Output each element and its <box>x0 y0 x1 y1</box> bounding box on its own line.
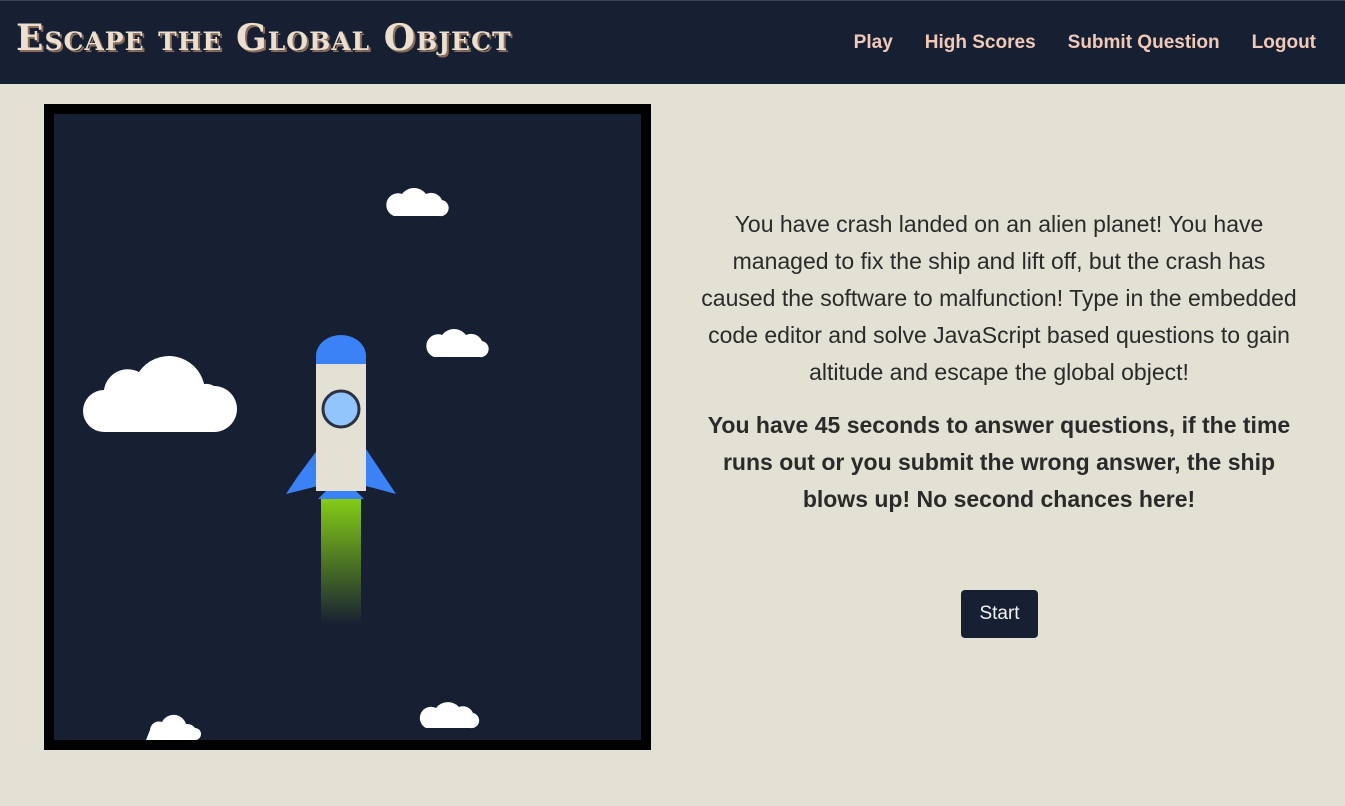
nav-submit-question-link[interactable]: Submit Question <box>1068 32 1220 54</box>
cloud-icon <box>386 188 449 217</box>
nav-high-scores-link[interactable]: High Scores <box>925 32 1036 54</box>
cloud-icon <box>83 356 237 432</box>
nav-logout-link[interactable]: Logout <box>1252 32 1316 54</box>
start-button[interactable]: Start <box>961 590 1038 638</box>
game-frame <box>44 104 651 750</box>
game-scene <box>83 188 489 740</box>
intro-text: You have crash landed on an alien planet… <box>700 206 1298 518</box>
navbar: Escape the Global Object Play High Score… <box>0 0 1345 84</box>
cloud-icon <box>426 329 489 358</box>
nav-play-link[interactable]: Play <box>854 32 893 54</box>
intro-warning: You have 45 seconds to answer questions,… <box>707 412 1291 512</box>
cloud-icon <box>146 714 201 740</box>
game-canvas <box>54 114 641 740</box>
site-title: Escape the Global Object <box>16 17 512 59</box>
intro-description: You have crash landed on an alien planet… <box>701 211 1297 385</box>
cloud-icon <box>419 702 480 729</box>
rocket-icon <box>286 335 396 624</box>
main-nav: Play High Scores Submit Question Logout <box>854 32 1316 54</box>
